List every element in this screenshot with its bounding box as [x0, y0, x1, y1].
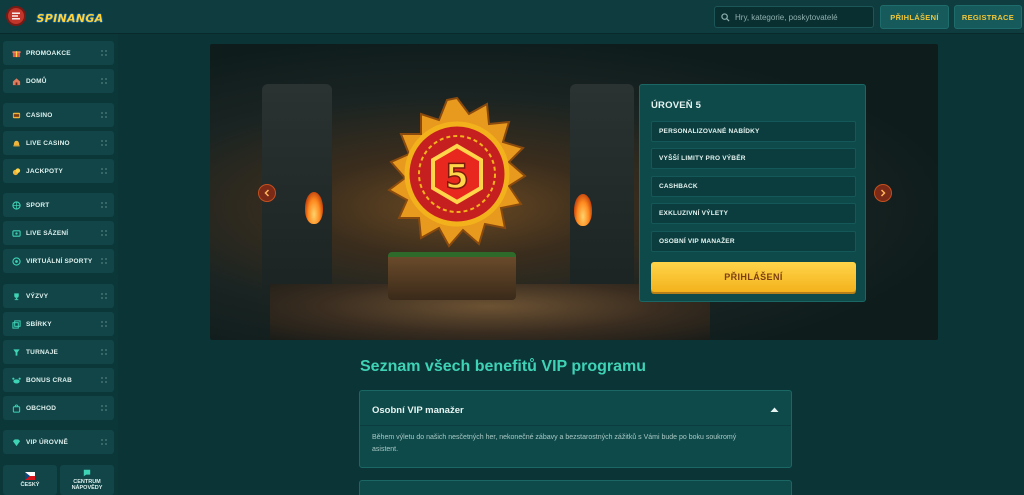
virtual-sport-icon [11, 256, 21, 266]
shop-icon [11, 403, 21, 413]
vip-level-badge-icon: 5 [387, 96, 527, 248]
drag-handle-icon[interactable] [101, 168, 107, 174]
drag-handle-icon[interactable] [101, 405, 107, 411]
drag-handle-icon[interactable] [101, 140, 107, 146]
search-input[interactable] [735, 12, 873, 22]
top-header: SPINANGA PŘIHLÁŠENÍ REGISTRACE [0, 0, 1024, 34]
drag-handle-icon[interactable] [101, 230, 107, 236]
benefits-section-title: Seznam všech benefitů VIP programu [360, 358, 647, 375]
sidebar-item-turnaje[interactable]: TURNAJE [3, 340, 114, 364]
drag-handle-icon[interactable] [101, 293, 107, 299]
torch-flame-left [305, 192, 323, 224]
cup-icon [11, 347, 21, 357]
trophy-icon [11, 291, 21, 301]
panel-login-button[interactable]: PŘIHLÁŠENÍ [651, 262, 856, 292]
header-register-button[interactable]: REGISTRACE [954, 5, 1022, 29]
level-benefit-item: PERSONALIZOVANÉ NABÍDKY [651, 121, 856, 142]
slot-icon [11, 110, 21, 120]
logo-text: SPINANGA [36, 11, 104, 25]
level-benefit-item: EXKLUZIVNÍ VÝLETY [651, 203, 856, 224]
help-center-label: CENTRUM NÁPOVĚDY [71, 479, 103, 491]
sidebar-item-label: OBCHOD [26, 404, 57, 412]
accordion-divider [360, 425, 791, 426]
sidebar-item-vip-urovne[interactable]: VIP ÚROVNĚ [3, 430, 114, 454]
drag-handle-icon[interactable] [101, 377, 107, 383]
gift-icon [11, 48, 21, 58]
menu-toggle-button[interactable] [6, 6, 26, 26]
help-center-button[interactable]: CENTRUM NÁPOVĚDY [60, 465, 114, 495]
sidebar-item-label: VIP ÚROVNĚ [26, 438, 68, 446]
bell-icon [11, 138, 21, 148]
drag-handle-icon[interactable] [101, 50, 107, 56]
sidebar-item-obchod[interactable]: OBCHOD [3, 396, 114, 420]
ball-icon [11, 200, 21, 210]
hero-next-arrow[interactable] [874, 184, 892, 202]
chevron-up-icon[interactable] [770, 406, 779, 413]
chevron-left-icon [264, 189, 270, 197]
sidebar-item-sport[interactable]: SPORT [3, 193, 114, 217]
level-benefit-item: OSOBNÍ VIP MANAŽER [651, 231, 856, 252]
accordion-body: Během výletu do našich nesčetných her, n… [372, 434, 737, 453]
sidebar-item-label: VIRTUÁLNÍ SPORTY [26, 257, 93, 265]
search-box[interactable] [714, 6, 874, 28]
sidebar-item-live-sazeni[interactable]: LIVE SÁZENÍ [3, 221, 114, 245]
language-label: ČESKÝ [20, 482, 40, 488]
sidebar-item-casino[interactable]: CASINO [3, 103, 114, 127]
hero-prev-arrow[interactable] [258, 184, 276, 202]
badge-number: 5 [445, 157, 469, 197]
pedestal [388, 252, 516, 300]
drag-handle-icon[interactable] [101, 439, 107, 445]
help-icon [83, 469, 91, 477]
live-bet-icon [11, 228, 21, 238]
sidebar-item-virtualni-sporty[interactable]: VIRTUÁLNÍ SPORTY [3, 249, 114, 273]
sidebar-item-label: LIVE SÁZENÍ [26, 229, 69, 237]
czech-flag-icon [25, 472, 35, 480]
sidebar-item-label: TURNAJE [26, 348, 59, 356]
drag-handle-icon[interactable] [101, 321, 107, 327]
coins-icon [11, 166, 21, 176]
sidebar-item-label: VÝZVY [26, 292, 49, 300]
drag-handle-icon[interactable] [101, 78, 107, 84]
level-benefit-item: CASHBACK [651, 176, 856, 197]
search-icon [721, 12, 730, 22]
diamond-icon [11, 437, 21, 447]
sidebar-item-label: LIVE CASINO [26, 139, 70, 147]
sidebar-item-label: SBÍRKY [26, 320, 52, 328]
drag-handle-icon[interactable] [101, 202, 107, 208]
crab-icon [11, 375, 21, 385]
chevron-right-icon [880, 189, 886, 197]
sidebar: PROMOAKCE DOMŮ CASINO LIVE CASINO JACKPO… [0, 34, 118, 495]
accordion-heading: Osobní VIP manažer [372, 405, 464, 416]
sidebar-item-jackpoty[interactable]: JACKPOTY [3, 159, 114, 183]
home-icon [11, 76, 21, 86]
drag-handle-icon[interactable] [101, 258, 107, 264]
torch-flame-right [574, 194, 592, 226]
sidebar-item-bonus-crab[interactable]: BONUS CRAB [3, 368, 114, 392]
level-title: ÚROVEŇ 5 [651, 100, 702, 111]
sidebar-item-live-casino[interactable]: LIVE CASINO [3, 131, 114, 155]
header-login-button[interactable]: PŘIHLÁŠENÍ [880, 5, 949, 29]
sidebar-item-promoakce[interactable]: PROMOAKCE [3, 41, 114, 65]
logo[interactable]: SPINANGA [37, 5, 104, 31]
sidebar-item-label: SPORT [26, 201, 50, 209]
sidebar-item-label: PROMOAKCE [26, 49, 71, 57]
accordion-item-collapsed[interactable] [359, 480, 792, 495]
sidebar-item-vyzvy[interactable]: VÝZVY [3, 284, 114, 308]
sidebar-item-label: CASINO [26, 111, 53, 119]
sidebar-item-label: DOMŮ [26, 77, 47, 85]
sidebar-item-label: JACKPOTY [26, 167, 63, 175]
collection-icon [11, 319, 21, 329]
vip-level-panel: ÚROVEŇ 5 PERSONALIZOVANÉ NABÍDKY VYŠŠÍ L… [639, 84, 866, 302]
sidebar-item-domu[interactable]: DOMŮ [3, 69, 114, 93]
accordion-item[interactable]: Osobní VIP manažer Během výletu do našic… [359, 390, 792, 468]
drag-handle-icon[interactable] [101, 112, 107, 118]
menu-icon [12, 12, 20, 20]
sidebar-item-sbirky[interactable]: SBÍRKY [3, 312, 114, 336]
language-button[interactable]: ČESKÝ [3, 465, 57, 495]
drag-handle-icon[interactable] [101, 349, 107, 355]
sidebar-item-label: BONUS CRAB [26, 376, 73, 384]
level-benefit-item: VYŠŠÍ LIMITY PRO VÝBĚR [651, 148, 856, 169]
